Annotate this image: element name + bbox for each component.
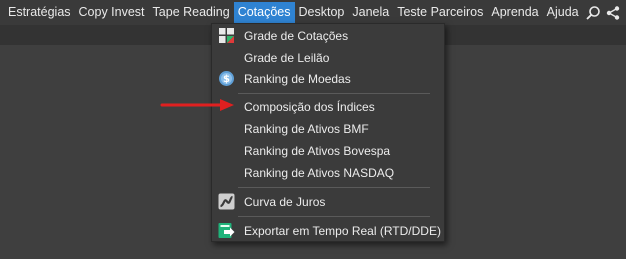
menu-item-ranking-bovespa[interactable]: Ranking de Ativos Bovespa <box>212 140 444 162</box>
svg-text:$: $ <box>223 74 230 85</box>
cotacoes-dropdown-menu: Grade de Cotações Grade de Leilão $ Rank… <box>211 23 445 242</box>
menu-copy-invest[interactable]: Copy Invest <box>75 2 149 23</box>
menu-separator <box>238 93 430 94</box>
menu-item-ranking-moedas[interactable]: $ Ranking de Moedas <box>212 68 444 90</box>
menu-item-label: Grade de Cotações <box>244 29 349 43</box>
menu-item-label: Curva de Juros <box>244 195 326 209</box>
menu-aprenda[interactable]: Aprenda <box>487 2 542 23</box>
menu-item-composicao-indices[interactable]: Composição dos Índices <box>212 96 444 118</box>
menu-tape-reading[interactable]: Tape Reading <box>149 2 234 23</box>
export-icon <box>218 222 235 239</box>
grid-icon <box>218 27 235 44</box>
share-icon[interactable] <box>603 2 623 23</box>
menu-item-grade-cotacoes[interactable]: Grade de Cotações <box>212 25 444 47</box>
menu-item-label: Ranking de Ativos NASDAQ <box>244 166 395 180</box>
search-icon[interactable] <box>583 2 603 23</box>
menu-cotacoes[interactable]: Cotações <box>233 2 295 23</box>
menu-item-ranking-bmf[interactable]: Ranking de Ativos BMF <box>212 118 444 140</box>
menu-item-label: Exportar em Tempo Real (RTD/DDE) <box>244 224 441 238</box>
menu-item-grade-leilao[interactable]: Grade de Leilão <box>212 47 444 69</box>
menu-estrategias[interactable]: Estratégias <box>4 2 75 23</box>
menu-item-ranking-nasdaq[interactable]: Ranking de Ativos NASDAQ <box>212 162 444 184</box>
menu-desktop[interactable]: Desktop <box>295 2 349 23</box>
menu-teste-parceiros[interactable]: Teste Parceiros <box>393 2 487 23</box>
menu-janela[interactable]: Janela <box>348 2 393 23</box>
coin-icon: $ <box>218 70 235 87</box>
menu-ajuda[interactable]: Ajuda <box>543 2 583 23</box>
menu-item-label: Grade de Leilão <box>244 51 330 65</box>
menu-item-label: Ranking de Ativos Bovespa <box>244 144 391 158</box>
curve-icon <box>218 193 235 210</box>
menu-separator <box>238 216 430 217</box>
menu-item-curva-juros[interactable]: Curva de Juros <box>212 191 444 213</box>
red-arrow-annotation <box>160 99 234 111</box>
menu-item-label: Composição dos Índices <box>244 100 375 114</box>
menu-bar: Estratégias Copy Invest Tape Reading Cot… <box>0 0 626 25</box>
menu-item-label: Ranking de Moedas <box>244 72 351 86</box>
menu-separator <box>238 187 430 188</box>
menu-item-label: Ranking de Ativos BMF <box>244 122 369 136</box>
menu-item-exportar-rtd-dde[interactable]: Exportar em Tempo Real (RTD/DDE) <box>212 220 444 242</box>
